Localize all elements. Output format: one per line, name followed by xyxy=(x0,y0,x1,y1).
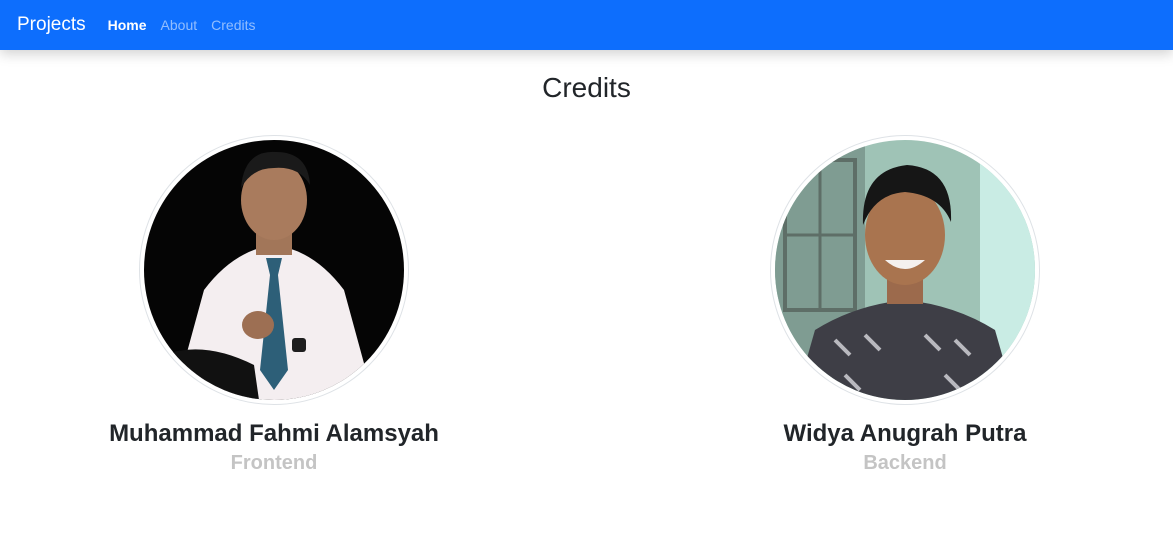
person-role: Backend xyxy=(863,452,947,474)
person-role: Frontend xyxy=(230,452,318,474)
person-name: Muhammad Fahmi Alamsyah xyxy=(109,420,439,447)
avatar xyxy=(139,135,409,405)
nav-link-about[interactable]: About xyxy=(161,17,198,33)
avatar xyxy=(770,135,1040,405)
profile-photo xyxy=(144,140,404,400)
top-navbar: Projects Home About Credits xyxy=(0,0,1173,50)
nav-link-credits[interactable]: Credits xyxy=(211,17,255,33)
person-name: Widya Anugrah Putra xyxy=(783,420,1027,447)
page-title: Credits xyxy=(542,72,631,103)
credit-card-backend: Widya Anugrah Putra Backend xyxy=(695,135,1115,475)
brand-link[interactable]: Projects xyxy=(17,14,86,36)
nav-link-home[interactable]: Home xyxy=(108,17,147,33)
credit-card-frontend: Muhammad Fahmi Alamsyah Frontend xyxy=(64,135,484,475)
profile-photo xyxy=(775,140,1035,400)
